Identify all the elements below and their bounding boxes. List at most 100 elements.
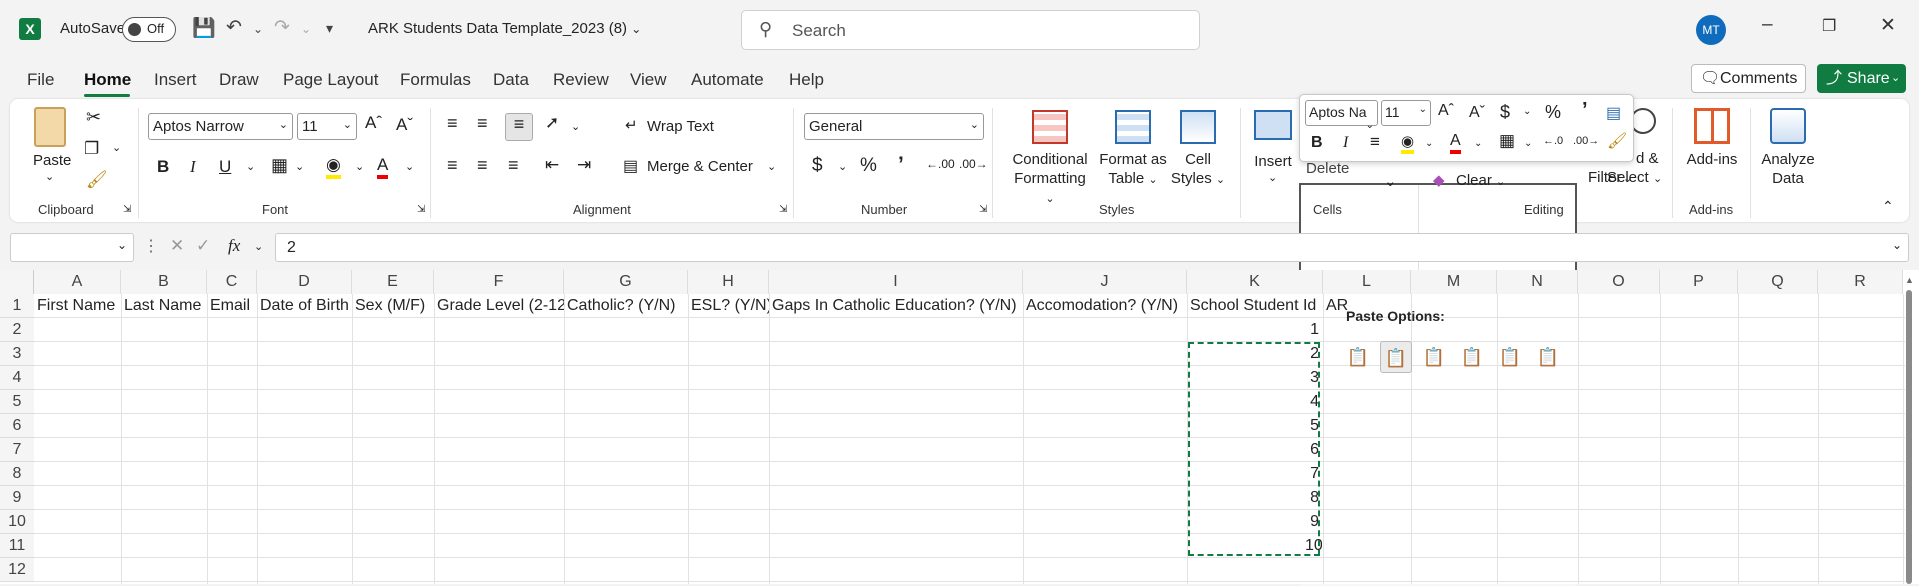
chevron-down-icon[interactable]: ⌄: [1268, 171, 1277, 184]
borders-icon[interactable]: ▦: [271, 155, 288, 176]
eraser-icon[interactable]: ◆: [1433, 171, 1445, 189]
name-box[interactable]: ⌄: [10, 233, 134, 262]
column-header-d[interactable]: D: [257, 270, 352, 294]
chevron-down-icon[interactable]: ⌄: [112, 141, 121, 154]
mini-font-size-dropdown[interactable]: 11 ⌄: [1381, 100, 1431, 126]
insert-cells-icon[interactable]: [1254, 110, 1292, 140]
align-left-icon[interactable]: ≡: [447, 155, 458, 176]
redo-icon[interactable]: ↷: [274, 16, 290, 39]
column-header-f[interactable]: F: [434, 270, 564, 294]
row-header-2[interactable]: 2: [0, 318, 34, 342]
chevron-down-icon[interactable]: ⌄: [295, 160, 304, 173]
avatar[interactable]: MT: [1696, 15, 1726, 45]
tab-data[interactable]: Data: [493, 70, 529, 90]
insert-cells-button[interactable]: Insert: [1250, 152, 1296, 171]
scroll-thumb[interactable]: [1906, 290, 1912, 584]
column-header-r[interactable]: R: [1818, 270, 1903, 294]
merge-center-button[interactable]: Merge & Center: [647, 158, 753, 175]
wrap-text-icon[interactable]: ↵: [625, 116, 638, 134]
tab-formulas[interactable]: Formulas: [400, 70, 471, 90]
dialog-launcher-icon[interactable]: ⇲: [979, 204, 987, 215]
row-header-6[interactable]: 6: [0, 414, 34, 438]
mini-percent-icon[interactable]: %: [1545, 102, 1561, 123]
cancel-icon[interactable]: ✕: [170, 236, 184, 256]
chevron-down-icon[interactable]: ⌄: [767, 160, 776, 173]
expand-formula-bar-icon[interactable]: ⌄: [1892, 238, 1902, 252]
mini-increase-font-icon[interactable]: Aˆ: [1438, 102, 1454, 120]
mini-font-color-icon[interactable]: A: [1450, 132, 1461, 154]
chevron-down-icon[interactable]: ⌄: [254, 240, 263, 253]
tab-draw[interactable]: Draw: [219, 70, 259, 90]
header-cell[interactable]: Grade Level (2-12): [434, 294, 564, 318]
tab-review[interactable]: Review: [553, 70, 609, 90]
find-select-line1[interactable]: d &: [1636, 150, 1659, 167]
bottom-align-icon[interactable]: ≡: [505, 113, 533, 141]
scroll-up-icon[interactable]: ▲: [1905, 275, 1914, 285]
row-header-3[interactable]: 3: [0, 342, 34, 366]
format-as-table-button[interactable]: Format as Table ⌄: [1095, 150, 1171, 190]
column-header-g[interactable]: G: [564, 270, 688, 294]
paste-icon[interactable]: 📋: [1342, 341, 1374, 373]
increase-decimal-icon[interactable]: ←.00: [926, 157, 955, 171]
decrease-indent-icon[interactable]: ⇤: [545, 155, 559, 175]
mini-format-painter-icon[interactable]: 🖌: [1607, 131, 1627, 151]
clear-button[interactable]: Clear: [1456, 172, 1492, 189]
column-header-p[interactable]: P: [1660, 270, 1738, 294]
chevron-down-icon[interactable]: ⌄: [1496, 175, 1505, 188]
column-header-l[interactable]: L: [1323, 270, 1411, 294]
mini-merge-icon[interactable]: ▤: [1606, 103, 1621, 123]
customize-qat-icon[interactable]: ▾: [326, 20, 333, 37]
header-cell[interactable]: Sex (M/F): [352, 294, 434, 318]
dialog-launcher-icon[interactable]: ⇲: [779, 204, 787, 215]
tab-page-layout[interactable]: Page Layout: [283, 70, 378, 90]
comma-style-icon[interactable]: ’: [898, 153, 904, 177]
column-header-j[interactable]: J: [1023, 270, 1187, 294]
insert-function-icon[interactable]: fx: [228, 236, 240, 256]
header-cell[interactable]: Date of Birth: [257, 294, 352, 318]
restore-icon[interactable]: ❐: [1822, 16, 1836, 36]
dialog-launcher-icon[interactable]: ⇲: [123, 204, 131, 215]
column-header-k[interactable]: K: [1187, 270, 1323, 294]
decrease-decimal-icon[interactable]: .00→: [959, 157, 988, 171]
column-header-m[interactable]: M: [1411, 270, 1497, 294]
paste-values-icon[interactable]: 📋: [1380, 341, 1412, 373]
undo-icon[interactable]: ↶: [226, 16, 242, 39]
format-as-table-icon[interactable]: [1115, 110, 1151, 144]
paste-label[interactable]: Paste: [33, 152, 71, 169]
chevron-down-icon[interactable]: ⌄: [571, 120, 580, 133]
mini-decrease-font-icon[interactable]: Aˇ: [1469, 104, 1485, 122]
paste-formulas-icon[interactable]: 📋: [1418, 341, 1450, 373]
align-center-icon[interactable]: ≡: [477, 155, 488, 176]
decrease-font-size-icon[interactable]: Aˇ: [396, 115, 413, 135]
header-cell[interactable]: ESL? (Y/N): [688, 294, 769, 318]
chevron-down-icon[interactable]: ⌄: [1523, 106, 1531, 117]
student-id-cell[interactable]: 1: [1302, 318, 1322, 342]
formula-input[interactable]: 2: [275, 233, 1909, 262]
chevron-down-icon[interactable]: ⌄: [1425, 138, 1433, 149]
vertical-scrollbar[interactable]: ▲: [1905, 275, 1914, 584]
header-cell[interactable]: Email: [207, 294, 257, 318]
add-ins-icon[interactable]: [1694, 108, 1730, 144]
paste-icon[interactable]: [34, 107, 66, 147]
analyze-data-button[interactable]: Analyze Data: [1755, 150, 1821, 188]
chevron-down-icon[interactable]: ⌄: [838, 160, 847, 173]
wrap-text-button[interactable]: Wrap Text: [647, 118, 714, 135]
mini-decrease-decimal-icon[interactable]: .00→: [1573, 135, 1599, 147]
redo-dropdown-icon[interactable]: ⌄: [301, 22, 311, 36]
more-options-icon[interactable]: ⋮: [143, 236, 159, 256]
font-name-dropdown[interactable]: Aptos Narrow ⌄: [148, 113, 293, 140]
increase-indent-icon[interactable]: ⇥: [577, 155, 591, 175]
search-box[interactable]: ⚲ Search: [741, 10, 1200, 50]
cell-styles-icon[interactable]: [1180, 110, 1216, 144]
autosave-toggle[interactable]: Off: [122, 17, 176, 42]
currency-icon[interactable]: $: [812, 155, 823, 177]
chevron-down-icon[interactable]: ⌄: [1524, 138, 1532, 149]
close-icon[interactable]: ✕: [1880, 14, 1896, 37]
tab-help[interactable]: Help: [789, 70, 824, 90]
conditional-formatting-icon[interactable]: [1032, 110, 1068, 144]
mini-italic-button[interactable]: I: [1343, 134, 1348, 152]
column-header-e[interactable]: E: [352, 270, 434, 294]
minimize-icon[interactable]: –: [1762, 14, 1773, 36]
comments-button[interactable]: 🗨 Comments: [1691, 64, 1806, 93]
row-header-1[interactable]: 1: [0, 294, 34, 318]
